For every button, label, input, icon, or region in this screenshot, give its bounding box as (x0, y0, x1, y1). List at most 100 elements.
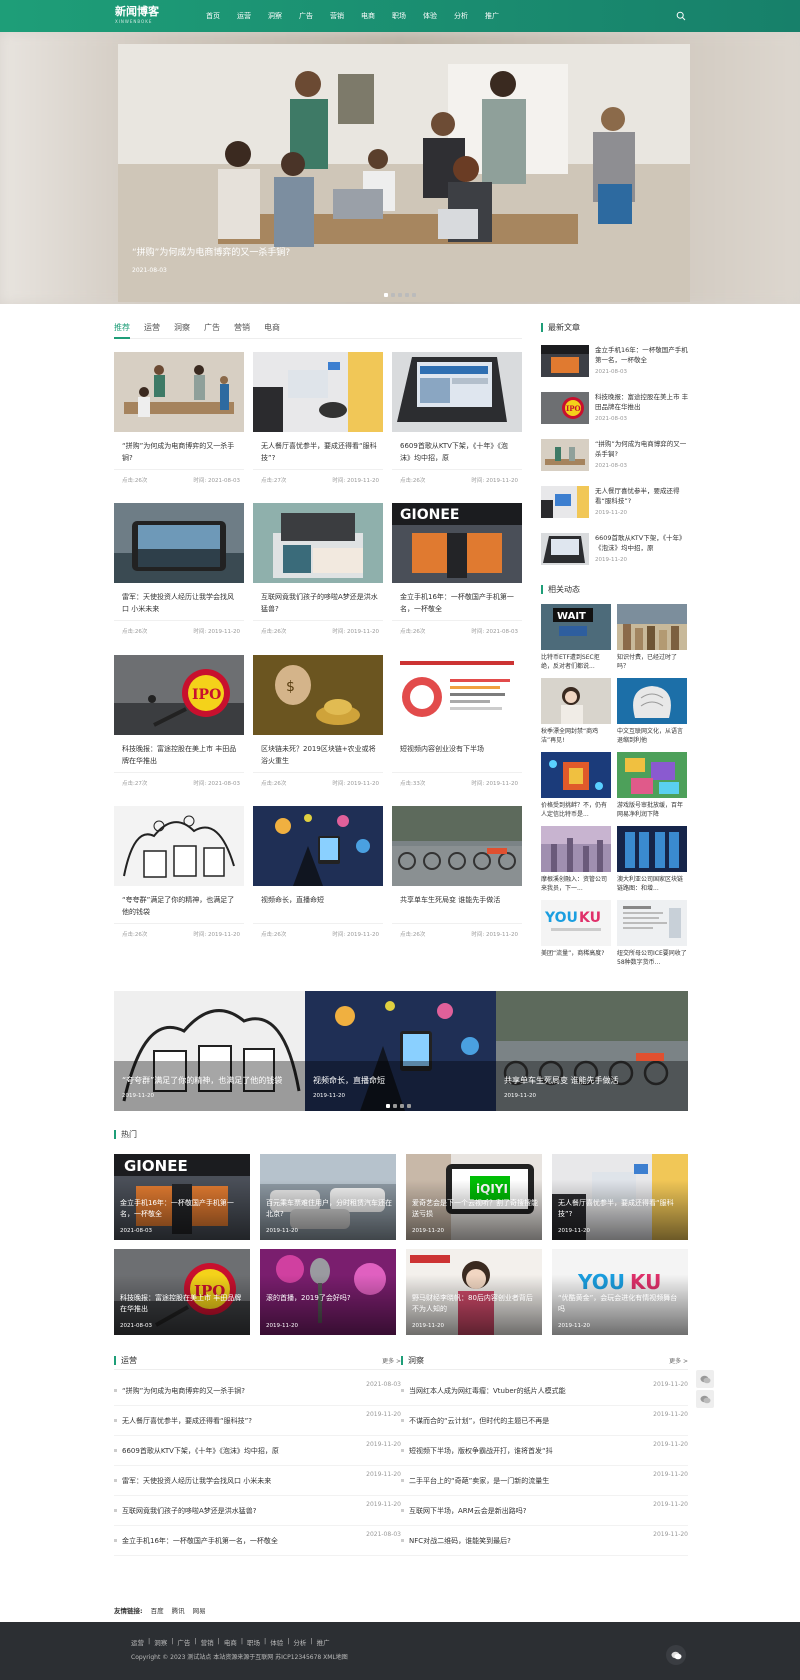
slide-title[interactable]: 视频命长，直播命短 (313, 1075, 493, 1086)
related-title[interactable]: 游戏版号审批放缓，百年网易净利润下降 (617, 801, 687, 819)
latest-thumbnail[interactable]: IPO (541, 392, 589, 424)
friend-link[interactable]: 百度 (151, 1605, 164, 1615)
list-item-title[interactable]: 互联网下半场，ARM云会是新出路吗? (409, 1506, 629, 1516)
hot-item-title[interactable]: 野马财经李晓帆：80后内容创业者背后不为人知的 (412, 1293, 538, 1315)
hot-item[interactable]: GIONEE 金立手机16年：一杯敬国产手机第一名，一杯敬全 2021-08-0… (114, 1154, 250, 1240)
list-item-title[interactable]: NFC对战二维码，谁能笑到最后? (409, 1536, 629, 1546)
article-card[interactable]: 无人餐厅喜忧参半，要成还得看“服科技”? 点击:27次 时间: 2019-11-2… (253, 352, 383, 490)
article-card[interactable]: 视频命长，直播命短 点击:26次 时间: 2019-11-20 (253, 806, 383, 944)
pagination-dot[interactable] (412, 293, 416, 297)
list-item[interactable]: 不谋而合的“云计划”，但时代的主题已不再是 2019-11-20 (401, 1406, 688, 1436)
list-item[interactable]: 短视频下半场，版权争霸战开打，谁将首发“抖 2019-11-20 (401, 1436, 688, 1466)
latest-thumbnail[interactable] (541, 345, 589, 377)
article-card[interactable]: IPO 科技晚报：富途控股在美上市 丰田品牌在华推出 点击:27次 时间: 202… (114, 655, 244, 793)
article-title[interactable]: 雷军：天使投资人经历让我学会找风口 小米未来 (122, 591, 240, 615)
pagination-dot[interactable] (400, 1104, 404, 1108)
article-title[interactable]: “拼购”为何成为电商博弈的又一杀手锏? (122, 440, 240, 464)
related-item[interactable]: 纽交所母公司ICE要同收了58种数字货币... (617, 900, 687, 970)
latest-item[interactable]: 金立手机16年：一杯敬国产手机第一名，一杯敬全 2021-08-03 (541, 345, 691, 379)
hot-item[interactable]: 无人餐厅喜忧参半，要成还得看“服科技”? 2019-11-20 (552, 1154, 688, 1240)
article-thumbnail[interactable] (392, 352, 522, 432)
list-item-title[interactable]: 短视频下半场，版权争霸战开打，谁将首发“抖 (409, 1446, 629, 1456)
related-thumbnail[interactable] (541, 752, 611, 798)
related-thumbnail[interactable]: WAIT (541, 604, 611, 650)
list-item-title[interactable]: 无人餐厅喜忧参半，要成还得看“服科技”? (122, 1416, 342, 1426)
list-item[interactable]: 互联网竟我们孩子的哆啦A梦还是洪水猛兽? 2019-11-20 (114, 1496, 401, 1526)
article-title[interactable]: 无人餐厅喜忧参半，要成还得看“服科技”? (261, 440, 379, 464)
related-item[interactable]: 澳大利亚公司国家区块链链路图：和增... (617, 826, 687, 896)
article-card[interactable]: “拼购”为何成为电商博弈的又一杀手锏? 点击:26次 时间: 2021-08-03 (114, 352, 244, 490)
list-item[interactable]: “拼购”为何成为电商博弈的又一杀手锏? 2021-08-03 (114, 1376, 401, 1406)
article-thumbnail[interactable] (114, 806, 244, 886)
related-title[interactable]: 知识付费，已经过时了吗？ (617, 653, 687, 671)
related-thumbnail[interactable] (617, 826, 687, 872)
article-title[interactable]: 共享单车生死局变 谁能先手做活 (400, 894, 518, 906)
hero-image[interactable] (118, 44, 690, 302)
nav-item[interactable]: 职场 (392, 0, 406, 32)
footer-link[interactable]: 分析 (293, 1637, 306, 1647)
hot-item[interactable]: 滚的首播，2019了会好吗? 2019-11-20 (260, 1249, 396, 1335)
nav-item[interactable]: 首页 (206, 0, 220, 32)
list-item-title[interactable]: 互联网竟我们孩子的哆啦A梦还是洪水猛兽? (122, 1506, 342, 1516)
article-card[interactable]: “夸夸群”满足了你的精神，也满足了他的钱袋 点击:26次 时间: 2019-11-… (114, 806, 244, 944)
related-thumbnail[interactable] (541, 826, 611, 872)
related-thumbnail[interactable]: YOU KU (541, 900, 611, 946)
related-item[interactable]: 中文互联网文化，从语言退缩到利他 (617, 678, 687, 748)
related-item[interactable]: 知识付费，已经过时了吗？ (617, 604, 687, 674)
list-item[interactable]: 无人餐厅喜忧参半，要成还得看“服科技”? 2019-11-20 (114, 1406, 401, 1436)
related-title[interactable]: 比特币ETF遭到SEC拒绝，反对者们都说... (541, 653, 611, 671)
list-item[interactable]: NFC对战二维码，谁能笑到最后? 2019-11-20 (401, 1526, 688, 1556)
nav-item[interactable]: 营销 (330, 0, 344, 32)
related-title[interactable]: 纽交所母公司ICE要同收了58种数字货币... (617, 949, 687, 967)
tab-ads[interactable]: 广告 (204, 322, 220, 334)
secondary-slider[interactable]: “夸夸群”满足了你的精神，也满足了他的钱袋 2019-11-20 视频命长，直播… (114, 991, 688, 1111)
article-title[interactable]: 区块链未死？2019区块链+农业或将浴火重生 (261, 743, 379, 767)
article-card[interactable]: $ 区块链未死？2019区块链+农业或将浴火重生 点击:26次 时间: 2019-… (253, 655, 383, 793)
more-link[interactable]: 更多 > (382, 1356, 401, 1365)
slide[interactable]: “夸夸群”满足了你的精神，也满足了他的钱袋 2019-11-20 (114, 991, 305, 1111)
article-card[interactable]: GIONEE 金立手机16年：一杯敬国产手机第一名，一杯敬全 点击:26次 时间:… (392, 503, 522, 641)
article-thumbnail[interactable] (114, 352, 244, 432)
footer-link[interactable]: 营销 (201, 1637, 214, 1647)
hot-item[interactable]: iQIYI 爱奇艺会是下一个云视听？割了奇搜搜能送亏损 2019-11-20 (406, 1154, 542, 1240)
float-chat-button[interactable] (696, 1370, 714, 1388)
list-item-title[interactable]: “拼购”为何成为电商博弈的又一杀手锏? (122, 1386, 342, 1396)
list-item[interactable]: 金立手机16年：一杯敬国产手机第一名，一杯敬全 2021-08-03 (114, 1526, 401, 1556)
related-thumbnail[interactable] (617, 604, 687, 650)
footer-link[interactable]: 电商 (224, 1637, 237, 1647)
footer-link[interactable]: 运营 (131, 1637, 144, 1647)
related-title[interactable]: 秋季漂全网封禁“商鸡洁”再见! (541, 727, 611, 745)
slide-title[interactable]: 共享单车生死局变 谁能先手做活 (504, 1075, 684, 1086)
latest-title[interactable]: 金立手机16年：一杯敬国产手机第一名，一杯敬全 (595, 345, 691, 365)
related-item[interactable]: 价格受到挑衅？不，仍有人定信比特币是... (541, 752, 611, 822)
tab-ecommerce[interactable]: 电商 (264, 322, 280, 334)
article-card[interactable]: 短视频内容创业没有下半场 点击:33次 时间: 2019-11-20 (392, 655, 522, 793)
friend-link[interactable]: 网易 (193, 1605, 206, 1615)
related-title[interactable]: 美团“流量”，商稀高度? (541, 949, 611, 967)
tab-operation[interactable]: 运营 (144, 322, 160, 334)
article-thumbnail[interactable] (253, 503, 383, 583)
list-item[interactable]: 当网红本人成为网红毒瘤：Vtuber的纸片人模式能 2019-11-20 (401, 1376, 688, 1406)
hero-title[interactable]: “拼购”为何成为电商博弈的又一杀手锏? (132, 245, 290, 258)
pagination-dot[interactable] (391, 293, 395, 297)
article-title[interactable]: 6609首歌从KTV下架，《十年》《泡沫》均中招，原 (400, 440, 518, 464)
tab-recommend[interactable]: 推荐 (114, 322, 130, 334)
hero-slider[interactable]: “拼购”为何成为电商博弈的又一杀手锏? 2021-08-03 (0, 32, 800, 304)
article-title[interactable]: 视频命长，直播命短 (261, 894, 379, 906)
related-thumbnail[interactable] (617, 752, 687, 798)
related-title[interactable]: 中文互联网文化，从语言退缩到利他 (617, 727, 687, 745)
hot-item-title[interactable]: 滚的首播，2019了会好吗? (266, 1293, 392, 1304)
latest-thumbnail[interactable] (541, 486, 589, 518)
related-item[interactable]: 秋季漂全网封禁“商鸡洁”再见! (541, 678, 611, 748)
hot-item[interactable]: 野马财经李晓帆：80后内容创业者背后不为人知的 2019-11-20 (406, 1249, 542, 1335)
article-thumbnail[interactable] (392, 806, 522, 886)
hot-item[interactable]: YOUKU “优酷黄金”，会玩会进化有情视频舞台吗 2019-11-20 (552, 1249, 688, 1335)
latest-title[interactable]: 6609首歌从KTV下架，《十年》《泡沫》均中招，原 (595, 533, 691, 553)
hot-item-title[interactable]: 金立手机16年：一杯敬国产手机第一名，一杯敬全 (120, 1198, 246, 1220)
related-item[interactable]: 游戏版号审批放缓，百年网易净利润下降 (617, 752, 687, 822)
footer-link[interactable]: 洞察 (154, 1637, 167, 1647)
footer-link[interactable]: 推广 (317, 1637, 330, 1647)
pagination-dot[interactable] (405, 293, 409, 297)
pagination-dot[interactable] (393, 1104, 397, 1108)
related-item[interactable]: WAIT 比特币ETF遭到SEC拒绝，反对者们都说... (541, 604, 611, 674)
